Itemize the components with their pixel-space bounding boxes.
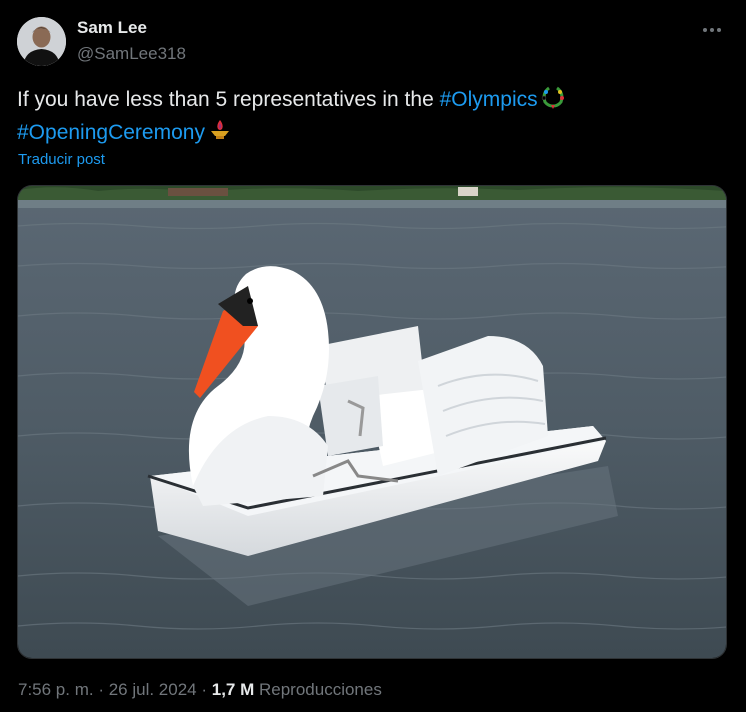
meta-separator: · [93,680,109,699]
flame-lamp-icon [207,118,233,151]
tweet-image[interactable] [17,185,727,659]
views-label: Reproducciones [254,680,382,699]
more-options-button[interactable] [700,18,724,42]
avatar[interactable] [17,17,66,66]
tweet-meta: 7:56 p. m. · 26 jul. 2024 · 1,7 M Reprod… [18,680,382,700]
tweet-text: If you have less than 5 representatives … [17,85,717,151]
translate-post-link[interactable]: Traducir post [18,151,105,168]
tweet-time[interactable]: 7:56 p. m. [18,680,94,699]
laurel-wreath-icon [540,85,566,118]
hashtag-openingceremony[interactable]: #OpeningCeremony [17,121,205,144]
hashtag-olympics[interactable]: #Olympics [440,88,538,111]
display-name[interactable]: Sam Lee [77,18,147,38]
views-count: 1,7 M [211,680,255,699]
tweet-text-prefix: If you have less than 5 representatives … [17,88,440,111]
more-dots-icon [703,28,721,32]
swan-pedal-boat-image [18,186,726,658]
tweet-date[interactable]: 26 jul. 2024 [109,680,197,699]
handle[interactable]: @SamLee318 [77,44,186,64]
meta-separator: · [196,680,212,699]
user-avatar-icon [17,17,66,66]
